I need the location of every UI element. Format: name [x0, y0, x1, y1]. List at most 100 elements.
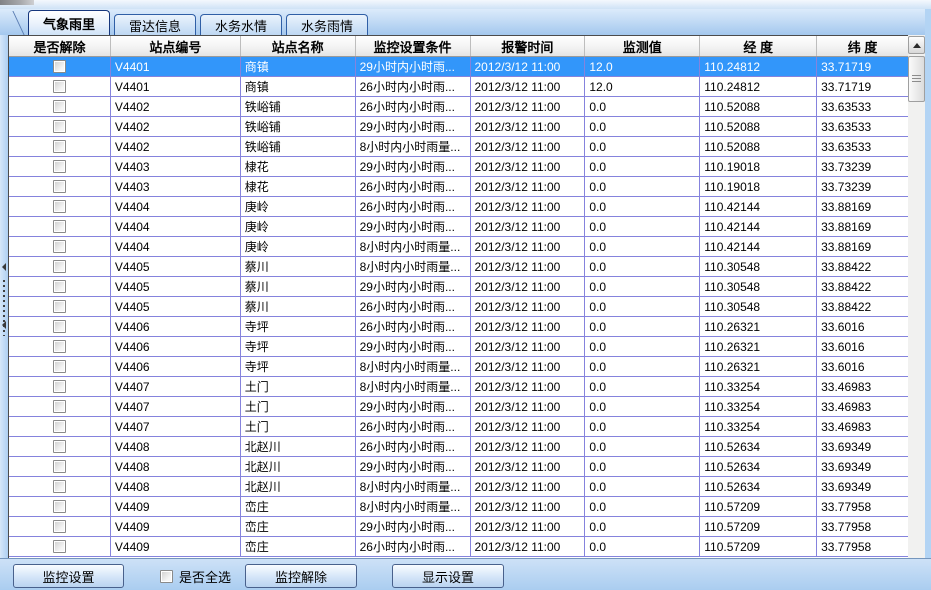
left-splitter-bar[interactable] — [0, 35, 8, 558]
table-row[interactable]: V4402 铁峪铺 29小时内小时雨... 2012/3/12 11:00 0.… — [9, 117, 908, 137]
longitude-cell: 110.26321 — [700, 337, 817, 356]
scroll-up-button[interactable] — [908, 36, 925, 54]
display-settings-button[interactable]: 显示设置 — [392, 564, 504, 588]
alarm-time-cell: 2012/3/12 11:00 — [471, 137, 586, 156]
station-name-cell: 北赵川 — [241, 437, 356, 456]
table-row[interactable]: V4405 蔡川 29小时内小时雨... 2012/3/12 11:00 0.0… — [9, 277, 908, 297]
dismiss-checkbox[interactable] — [53, 320, 66, 333]
dismiss-checkbox[interactable] — [53, 140, 66, 153]
col-header-station-name[interactable]: 站点名称 — [241, 36, 356, 56]
dismiss-checkbox[interactable] — [53, 360, 66, 373]
col-header-alarm-time[interactable]: 报警时间 — [471, 36, 586, 56]
table-row[interactable]: V4401 商镇 29小时内小时雨... 2012/3/12 11:00 12.… — [9, 57, 908, 77]
table-row[interactable]: V4402 铁峪铺 26小时内小时雨... 2012/3/12 11:00 0.… — [9, 97, 908, 117]
dismiss-checkbox[interactable] — [53, 120, 66, 133]
value-cell: 0.0 — [585, 337, 700, 356]
station-name-cell: 蔡川 — [241, 257, 356, 276]
table-row[interactable]: V4405 蔡川 26小时内小时雨... 2012/3/12 11:00 0.0… — [9, 297, 908, 317]
alarm-time-cell: 2012/3/12 11:00 — [471, 337, 586, 356]
dismiss-checkbox[interactable] — [53, 100, 66, 113]
dismiss-checkbox[interactable] — [53, 200, 66, 213]
table-row[interactable]: V4407 土门 29小时内小时雨... 2012/3/12 11:00 0.0… — [9, 397, 908, 417]
scrollbar-thumb[interactable] — [908, 56, 925, 102]
dismiss-checkbox[interactable] — [53, 300, 66, 313]
alarm-time-cell: 2012/3/12 11:00 — [471, 97, 586, 116]
dismiss-checkbox[interactable] — [53, 440, 66, 453]
table-row[interactable]: V4403 棣花 26小时内小时雨... 2012/3/12 11:00 0.0… — [9, 177, 908, 197]
tab-radar-info[interactable]: 雷达信息 — [114, 14, 196, 35]
select-all-checkbox[interactable] — [160, 570, 173, 583]
dismiss-checkbox[interactable] — [53, 240, 66, 253]
condition-cell: 8小时内小时雨量... — [356, 377, 471, 396]
col-header-dismiss[interactable]: 是否解除 — [9, 36, 111, 56]
col-header-longitude[interactable]: 经 度 — [700, 36, 817, 56]
station-id-cell: V4405 — [111, 297, 241, 316]
dismiss-checkbox[interactable] — [53, 460, 66, 473]
station-id-cell: V4408 — [111, 457, 241, 476]
longitude-cell: 110.42144 — [700, 217, 817, 236]
tab-weather-rainfall[interactable]: 气象雨里 — [28, 10, 110, 35]
dismiss-checkbox[interactable] — [53, 80, 66, 93]
table-row[interactable]: V4409 峦庄 29小时内小时雨... 2012/3/12 11:00 0.0… — [9, 517, 908, 537]
tab-rain-condition[interactable]: 水务雨情 — [286, 14, 368, 35]
table-row[interactable]: V4406 寺坪 26小时内小时雨... 2012/3/12 11:00 0.0… — [9, 317, 908, 337]
table-row[interactable]: V4408 北赵川 26小时内小时雨... 2012/3/12 11:00 0.… — [9, 437, 908, 457]
longitude-cell: 110.33254 — [700, 377, 817, 396]
dismiss-checkbox[interactable] — [53, 520, 66, 533]
table-row[interactable]: V4402 铁峪铺 8小时内小时雨量... 2012/3/12 11:00 0.… — [9, 137, 908, 157]
col-header-value[interactable]: 监测值 — [585, 36, 700, 56]
dismiss-checkbox[interactable] — [53, 500, 66, 513]
value-cell: 0.0 — [585, 257, 700, 276]
dismiss-checkbox[interactable] — [53, 540, 66, 553]
col-header-condition[interactable]: 监控设置条件 — [356, 36, 471, 56]
table-row[interactable]: V4409 峦庄 8小时内小时雨量... 2012/3/12 11:00 0.0… — [9, 497, 908, 517]
vertical-scrollbar[interactable] — [908, 35, 925, 558]
table-row[interactable]: V4404 庚岭 29小时内小时雨... 2012/3/12 11:00 0.0… — [9, 217, 908, 237]
table-row[interactable]: V4407 土门 26小时内小时雨... 2012/3/12 11:00 0.0… — [9, 417, 908, 437]
table-row[interactable]: V4409 峦庄 26小时内小时雨... 2012/3/12 11:00 0.0… — [9, 537, 908, 557]
value-cell: 0.0 — [585, 177, 700, 196]
value-cell: 0.0 — [585, 137, 700, 156]
table-row[interactable]: V4401 商镇 26小时内小时雨... 2012/3/12 11:00 12.… — [9, 77, 908, 97]
col-header-latitude[interactable]: 纬 度 — [817, 36, 908, 56]
dismiss-checkbox[interactable] — [53, 180, 66, 193]
dismiss-checkbox[interactable] — [53, 160, 66, 173]
monitor-release-button[interactable]: 监控解除 — [245, 564, 357, 588]
table-row[interactable]: V4404 庚岭 26小时内小时雨... 2012/3/12 11:00 0.0… — [9, 197, 908, 217]
dismiss-checkbox[interactable] — [53, 340, 66, 353]
monitor-settings-button[interactable]: 监控设置 — [13, 564, 124, 588]
dismiss-checkbox[interactable] — [53, 260, 66, 273]
condition-cell: 29小时内小时雨... — [356, 337, 471, 356]
dismiss-checkbox[interactable] — [53, 400, 66, 413]
longitude-cell: 110.42144 — [700, 197, 817, 216]
value-cell: 0.0 — [585, 97, 700, 116]
table-row[interactable]: V4405 蔡川 8小时内小时雨量... 2012/3/12 11:00 0.0… — [9, 257, 908, 277]
station-name-cell: 寺坪 — [241, 317, 356, 336]
table-row[interactable]: V4403 棣花 29小时内小时雨... 2012/3/12 11:00 0.0… — [9, 157, 908, 177]
dismiss-checkbox[interactable] — [53, 480, 66, 493]
collapse-left-icon[interactable] — [2, 321, 6, 329]
dismiss-cell — [9, 57, 111, 76]
col-header-station-id[interactable]: 站点编号 — [111, 36, 241, 56]
dismiss-checkbox[interactable] — [53, 420, 66, 433]
condition-cell: 8小时内小时雨量... — [356, 137, 471, 156]
longitude-cell: 110.52088 — [700, 97, 817, 116]
table-row[interactable]: V4404 庚岭 8小时内小时雨量... 2012/3/12 11:00 0.0… — [9, 237, 908, 257]
alarm-time-cell: 2012/3/12 11:00 — [471, 57, 586, 76]
latitude-cell: 33.46983 — [817, 377, 908, 396]
table-row[interactable]: V4406 寺坪 8小时内小时雨量... 2012/3/12 11:00 0.0… — [9, 357, 908, 377]
station-id-cell: V4404 — [111, 237, 241, 256]
latitude-cell: 33.88169 — [817, 237, 908, 256]
table-row[interactable]: V4407 土门 8小时内小时雨量... 2012/3/12 11:00 0.0… — [9, 377, 908, 397]
table-row[interactable]: V4406 寺坪 29小时内小时雨... 2012/3/12 11:00 0.0… — [9, 337, 908, 357]
alarm-time-cell: 2012/3/12 11:00 — [471, 317, 586, 336]
table-row[interactable]: V4408 北赵川 29小时内小时雨... 2012/3/12 11:00 0.… — [9, 457, 908, 477]
table-row[interactable]: V4408 北赵川 8小时内小时雨量... 2012/3/12 11:00 0.… — [9, 477, 908, 497]
dismiss-checkbox[interactable] — [53, 220, 66, 233]
value-cell: 0.0 — [585, 457, 700, 476]
dismiss-checkbox[interactable] — [53, 280, 66, 293]
tab-water-condition[interactable]: 水务水情 — [200, 14, 282, 35]
dismiss-checkbox[interactable] — [53, 60, 66, 73]
dismiss-checkbox[interactable] — [53, 380, 66, 393]
collapse-left-icon[interactable] — [2, 263, 6, 271]
